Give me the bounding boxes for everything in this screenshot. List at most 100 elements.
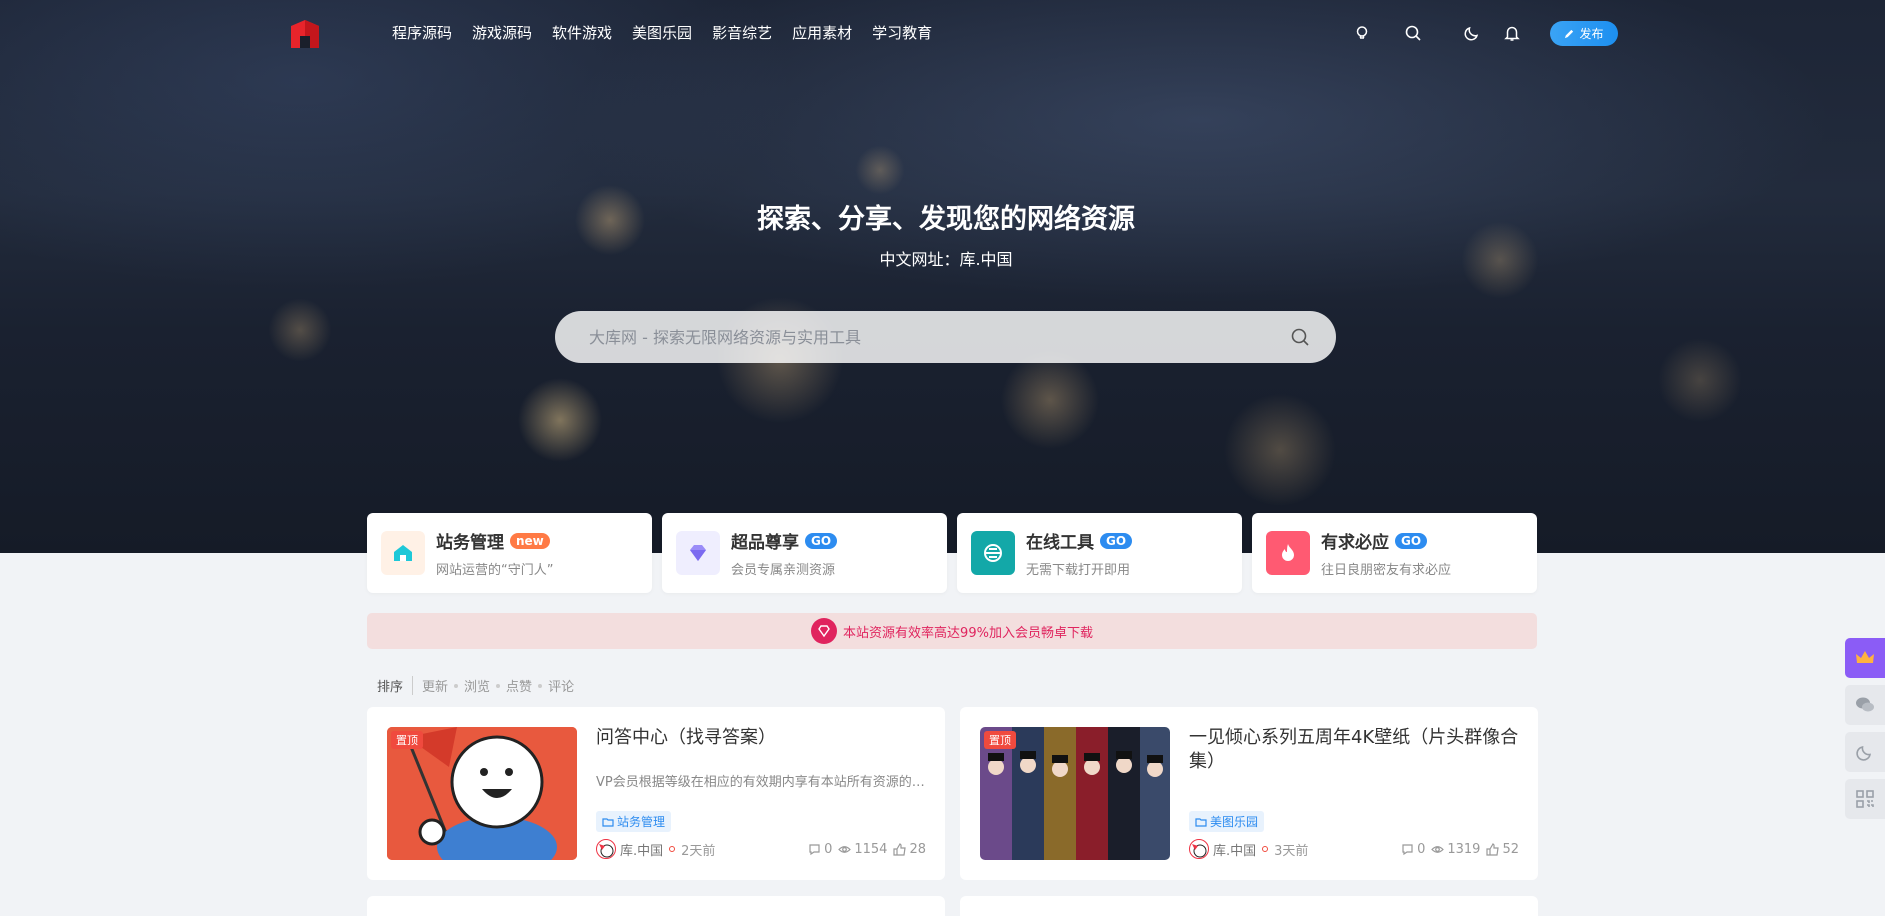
card-desc: 会员专属亲测资源 bbox=[731, 563, 836, 578]
diamond-icon bbox=[676, 531, 720, 575]
wechat-icon bbox=[1856, 697, 1874, 712]
avatar[interactable] bbox=[1189, 839, 1209, 859]
pinned-badge: 置顶 bbox=[391, 731, 423, 749]
card-title: 站务管理 bbox=[436, 533, 504, 553]
hero-search-input[interactable] bbox=[589, 327, 1290, 347]
post-category: 美图乐园 bbox=[1210, 815, 1259, 829]
comment-count: 0 bbox=[824, 841, 833, 857]
post-meta: 库.中国 3天前 0 1319 52 bbox=[1189, 839, 1519, 859]
main-nav: 程序源码 游戏源码 软件游戏 美图乐园 影音综艺 应用素材 学习教育 bbox=[392, 22, 952, 44]
moon-icon bbox=[1856, 746, 1871, 761]
nav-item-education[interactable]: 学习教育 bbox=[872, 22, 932, 44]
nav-item-program-source[interactable]: 程序源码 bbox=[392, 22, 452, 44]
membership-notice[interactable]: 本站资源有效率高达99%加入会员畅卓下载 bbox=[367, 613, 1537, 649]
feature-card-requests[interactable]: 有求必应 GO 往日良朋密友有求必应 bbox=[1252, 513, 1537, 593]
go-badge: GO bbox=[1100, 532, 1133, 549]
hero-banner: 程序源码 游戏源码 软件游戏 美图乐园 影音综艺 应用素材 学习教育 发布 探索… bbox=[0, 0, 1885, 553]
post-category-tag[interactable]: 站务管理 bbox=[596, 811, 672, 832]
post-time: 2天前 bbox=[681, 843, 716, 859]
go-badge: GO bbox=[1395, 532, 1428, 549]
tool-icon bbox=[971, 531, 1015, 575]
thumbs-up-icon[interactable] bbox=[1486, 842, 1500, 856]
post-meta: 库.中国 2天前 0 1154 28 bbox=[596, 839, 926, 859]
post-time: 3天前 bbox=[1274, 843, 1309, 859]
publish-button[interactable]: 发布 bbox=[1550, 21, 1618, 46]
post-category: 站务管理 bbox=[617, 815, 666, 829]
eye-icon bbox=[1431, 845, 1445, 853]
new-badge: new bbox=[510, 532, 550, 549]
hero-search-box bbox=[555, 311, 1336, 363]
vip-crown-button[interactable] bbox=[1845, 638, 1885, 678]
wechat-button[interactable] bbox=[1845, 685, 1885, 725]
pencil-icon bbox=[1565, 29, 1574, 39]
post-category-tag[interactable]: 美图乐园 bbox=[1189, 811, 1265, 832]
feature-card-online-tools[interactable]: 在线工具 GO 无需下载打开即用 bbox=[957, 513, 1242, 593]
publish-button-label: 发布 bbox=[1579, 27, 1604, 41]
search-submit-icon[interactable] bbox=[1290, 327, 1310, 347]
post-title[interactable]: 一见倾心系列五周年4K壁纸（片头群像合集） bbox=[1189, 726, 1519, 774]
moon-icon[interactable] bbox=[1463, 24, 1481, 42]
search-icon[interactable] bbox=[1404, 24, 1422, 42]
nav-item-game-source[interactable]: 游戏源码 bbox=[472, 22, 532, 44]
house-icon bbox=[381, 531, 425, 575]
comment-icon bbox=[1402, 843, 1413, 855]
sort-option-comments[interactable]: 评论 bbox=[548, 676, 574, 695]
side-toolbar bbox=[1845, 638, 1885, 819]
lightbulb-icon[interactable] bbox=[1353, 24, 1371, 42]
card-title: 在线工具 bbox=[1026, 533, 1094, 553]
comment-count: 0 bbox=[1417, 841, 1426, 857]
feature-card-site-admin[interactable]: 站务管理 new 网站运营的“守门人” bbox=[367, 513, 652, 593]
time-dot-icon bbox=[669, 846, 676, 852]
qr-code-button[interactable] bbox=[1845, 779, 1885, 819]
card-title: 有求必应 bbox=[1321, 533, 1389, 553]
sort-option-likes[interactable]: 点赞 bbox=[506, 676, 532, 695]
like-count: 52 bbox=[1502, 841, 1519, 857]
post-thumbnail[interactable]: 置顶 bbox=[387, 727, 577, 860]
hero-subtitle: 中文网址：库.中国 bbox=[879, 250, 1013, 269]
pinned-badge: 置顶 bbox=[984, 731, 1016, 749]
like-count: 28 bbox=[909, 841, 926, 857]
nav-item-gallery[interactable]: 美图乐园 bbox=[632, 22, 692, 44]
comment-icon bbox=[809, 843, 820, 855]
sort-option-updated[interactable]: 更新 bbox=[422, 676, 448, 695]
sort-option-views[interactable]: 浏览 bbox=[464, 676, 490, 695]
nav-item-media[interactable]: 影音综艺 bbox=[712, 22, 772, 44]
hero-title: 探索、分享、发现您的网络资源 bbox=[757, 204, 1135, 235]
fire-icon bbox=[1266, 531, 1310, 575]
view-count: 1154 bbox=[854, 841, 888, 857]
feature-card-premium[interactable]: 超品尊享 GO 会员专属亲测资源 bbox=[662, 513, 947, 593]
hero-background-image bbox=[0, 0, 1885, 553]
card-desc: 网站运营的“守门人” bbox=[436, 563, 554, 578]
post-excerpt: VP会员根据等级在相应的有效期内享有本站所有资源的下载权限 bbox=[596, 775, 926, 790]
go-badge: GO bbox=[805, 532, 838, 549]
nav-item-app-assets[interactable]: 应用素材 bbox=[792, 22, 852, 44]
folder-icon bbox=[602, 817, 614, 827]
diamond-icon bbox=[811, 618, 838, 644]
post-thumbnail[interactable]: 置顶 bbox=[980, 727, 1170, 860]
post-card[interactable] bbox=[367, 896, 945, 916]
crown-icon bbox=[1856, 651, 1874, 663]
thumbs-up-icon[interactable] bbox=[893, 842, 907, 856]
sort-label: 排序 bbox=[377, 676, 414, 695]
feature-cards: 站务管理 new 网站运营的“守门人” 超品尊享 GO 会员专属亲测资源 在线工具 G… bbox=[367, 513, 1537, 593]
post-card[interactable]: 置顶 一见倾心系列五周年4K壁纸（片头群像合集） 美图乐园 库.中国 3天前 0… bbox=[960, 707, 1538, 880]
qr-code-icon bbox=[1856, 790, 1874, 808]
view-count: 1319 bbox=[1447, 841, 1481, 857]
site-logo[interactable] bbox=[289, 18, 321, 50]
dark-mode-button[interactable] bbox=[1845, 732, 1885, 772]
sort-bar: 排序 更新 浏览 点赞 评论 bbox=[377, 676, 574, 695]
card-desc: 无需下载打开即用 bbox=[1026, 563, 1131, 578]
post-title[interactable]: 问答中心（找寻答案） bbox=[596, 726, 926, 750]
post-author[interactable]: 库.中国 bbox=[620, 840, 663, 859]
post-author[interactable]: 库.中国 bbox=[1213, 840, 1256, 859]
avatar[interactable] bbox=[596, 839, 616, 859]
post-card[interactable]: 置顶 问答中心（找寻答案） VP会员根据等级在相应的有效期内享有本站所有资源的下… bbox=[367, 707, 945, 880]
bell-icon[interactable] bbox=[1503, 24, 1521, 42]
post-card[interactable] bbox=[960, 896, 1538, 916]
eye-icon bbox=[838, 845, 852, 853]
card-desc: 往日良朋密友有求必应 bbox=[1321, 563, 1452, 578]
card-title: 超品尊享 bbox=[731, 533, 799, 553]
time-dot-icon bbox=[1262, 846, 1269, 852]
notice-text: 本站资源有效率高达99%加入会员畅卓下载 bbox=[843, 625, 1093, 641]
nav-item-software-games[interactable]: 软件游戏 bbox=[552, 22, 612, 44]
